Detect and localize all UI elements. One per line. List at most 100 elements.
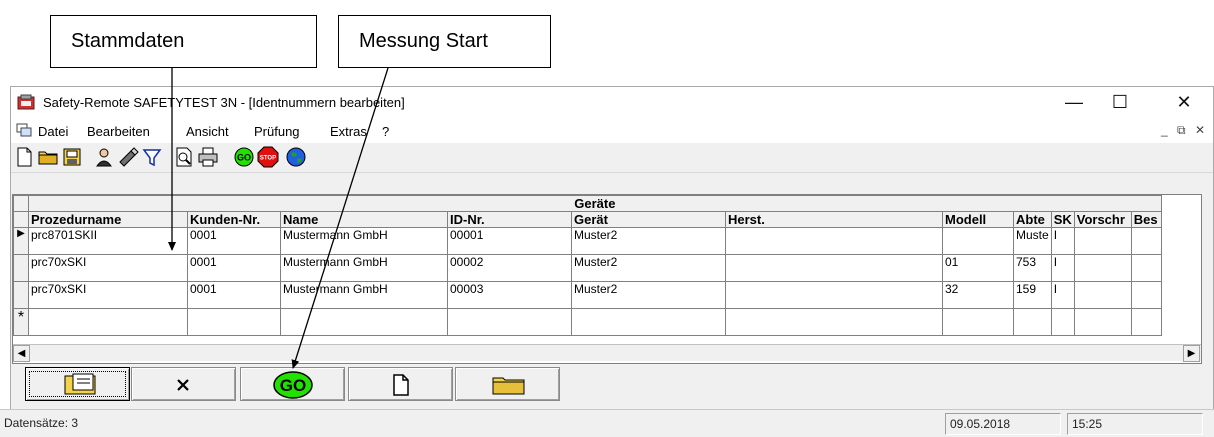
new-cell[interactable] — [571, 308, 726, 336]
cell-vorschr[interactable] — [1073, 254, 1132, 282]
new-record-button[interactable] — [348, 367, 453, 401]
scroll-right-button[interactable]: ▶ — [1183, 345, 1200, 362]
cell-name[interactable]: Mustermann GmbH — [280, 254, 448, 282]
cell-abte[interactable]: Muste — [1013, 227, 1052, 255]
start-measurement-button[interactable]: GO — [240, 367, 345, 401]
menu-bearbeiten[interactable]: Bearbeiten — [87, 124, 150, 139]
cell-herst[interactable] — [725, 227, 943, 255]
cell-bes[interactable] — [1130, 281, 1162, 309]
scroll-left-button[interactable]: ◀ — [13, 345, 30, 362]
cell-sk[interactable]: I — [1050, 227, 1075, 255]
cell-kunden-nr[interactable]: 0001 — [187, 281, 281, 309]
menu-help[interactable]: ? — [382, 124, 389, 139]
new-cell[interactable] — [447, 308, 572, 336]
open-button[interactable] — [455, 367, 560, 401]
mdi-minimize-button[interactable]: _ — [1161, 123, 1168, 137]
menu-datei[interactable]: Datei — [38, 124, 68, 139]
new-cell[interactable] — [1130, 308, 1162, 336]
cell-name[interactable]: Mustermann GmbH — [280, 227, 448, 255]
cell-id-nr[interactable]: 00002 — [447, 254, 572, 282]
cell-kunden-nr[interactable]: 0001 — [187, 254, 281, 282]
new-cell[interactable] — [280, 308, 448, 336]
new-cell[interactable] — [187, 308, 281, 336]
horizontal-scrollbar[interactable]: ◀ ▶ — [13, 344, 1201, 362]
go-button-label: GO — [280, 376, 306, 395]
print-preview-icon[interactable] — [173, 146, 195, 168]
mdi-close-button[interactable]: ✕ — [1195, 123, 1205, 137]
edit-icon[interactable] — [117, 146, 139, 168]
menu-ansicht[interactable]: Ansicht — [186, 124, 229, 139]
master-data-button[interactable] — [25, 367, 130, 401]
cell-bes[interactable] — [1130, 227, 1162, 255]
cell-geraet[interactable]: Muster2 — [571, 227, 726, 255]
new-cell[interactable] — [942, 308, 1014, 336]
cell-name[interactable]: Mustermann GmbH — [280, 281, 448, 309]
table-row[interactable]: ▶ prc8701SKII 0001 Mustermann GmbH 00001… — [13, 227, 1162, 255]
cell-modell[interactable]: 32 — [942, 281, 1014, 309]
user-icon[interactable] — [93, 146, 115, 168]
print-icon[interactable] — [197, 146, 219, 168]
cell-kunden-nr[interactable]: 0001 — [187, 227, 281, 255]
cell-modell[interactable] — [942, 227, 1014, 255]
cell-prozedurname[interactable]: prc70xSKI — [28, 281, 188, 309]
close-button[interactable]: ✕ — [1161, 87, 1207, 119]
table-row[interactable]: prc70xSKI 0001 Mustermann GmbH 00002 Mus… — [13, 254, 1162, 282]
column-header-id-nr[interactable]: ID-Nr. — [447, 211, 572, 228]
cell-sk[interactable]: I — [1050, 281, 1075, 309]
cell-herst[interactable] — [725, 254, 943, 282]
column-header-modell[interactable]: Modell — [942, 211, 1014, 228]
column-header-prozedurname[interactable]: Prozedurname — [28, 211, 188, 228]
cell-sk[interactable]: I — [1050, 254, 1075, 282]
callout-stammdaten: Stammdaten — [50, 15, 317, 68]
new-file-icon[interactable] — [13, 146, 35, 168]
cell-id-nr[interactable]: 00003 — [447, 281, 572, 309]
status-time: 15:25 — [1067, 413, 1203, 435]
cell-bes[interactable] — [1130, 254, 1162, 282]
cell-vorschr[interactable] — [1073, 227, 1132, 255]
new-cell[interactable] — [1013, 308, 1052, 336]
cell-geraet[interactable]: Muster2 — [571, 254, 726, 282]
maximize-button[interactable]: ☐ — [1097, 87, 1143, 119]
column-header-name[interactable]: Name — [280, 211, 448, 228]
filter-icon[interactable] — [141, 146, 163, 168]
cell-abte[interactable]: 753 — [1013, 254, 1052, 282]
cell-geraet[interactable]: Muster2 — [571, 281, 726, 309]
delete-button[interactable] — [131, 367, 236, 401]
mdi-restore-button[interactable]: ⧉ — [1177, 123, 1186, 138]
minimize-button[interactable]: — — [1051, 87, 1097, 119]
new-cell[interactable] — [1050, 308, 1075, 336]
column-header-abte[interactable]: Abte — [1013, 211, 1052, 228]
window-title: Safety-Remote SAFETYTEST 3N - [Identnumm… — [43, 95, 405, 110]
title-bar: Safety-Remote SAFETYTEST 3N - [Identnumm… — [11, 87, 1213, 119]
cell-herst[interactable] — [725, 281, 943, 309]
stop-icon[interactable]: STOP — [257, 146, 279, 168]
column-header-bes[interactable]: Bes — [1130, 211, 1162, 228]
cell-prozedurname[interactable]: prc8701SKII — [28, 227, 188, 255]
menu-pruefung[interactable]: Prüfung — [254, 124, 300, 139]
table-row[interactable]: prc70xSKI 0001 Mustermann GmbH 00003 Mus… — [13, 281, 1162, 309]
new-record-icon — [393, 374, 409, 396]
column-header-geraet[interactable]: Gerät — [571, 211, 726, 228]
current-row-indicator: ▶ — [13, 227, 29, 255]
new-cell[interactable] — [725, 308, 943, 336]
open-folder-icon[interactable] — [37, 146, 59, 168]
new-cell[interactable] — [28, 308, 188, 336]
new-cell[interactable] — [1073, 308, 1132, 336]
header-indicator — [13, 211, 29, 228]
cell-id-nr[interactable]: 00001 — [447, 227, 572, 255]
child-window-icon[interactable] — [16, 123, 32, 137]
save-print-icon[interactable] — [61, 146, 83, 168]
cell-modell[interactable]: 01 — [942, 254, 1014, 282]
cell-prozedurname[interactable]: prc70xSKI — [28, 254, 188, 282]
cell-abte[interactable]: 159 — [1013, 281, 1052, 309]
column-header-kunden-nr[interactable]: Kunden-Nr. — [187, 211, 281, 228]
column-header-herst[interactable]: Herst. — [725, 211, 943, 228]
new-row[interactable]: * — [13, 308, 1162, 336]
go-icon[interactable]: GO — [233, 146, 255, 168]
cell-vorschr[interactable] — [1073, 281, 1132, 309]
app-icon — [17, 94, 35, 110]
column-header-sk[interactable]: SK — [1050, 211, 1075, 228]
menu-extras[interactable]: Extras — [330, 124, 367, 139]
globe-icon[interactable] — [285, 146, 307, 168]
column-header-vorschr[interactable]: Vorschr — [1073, 211, 1132, 228]
